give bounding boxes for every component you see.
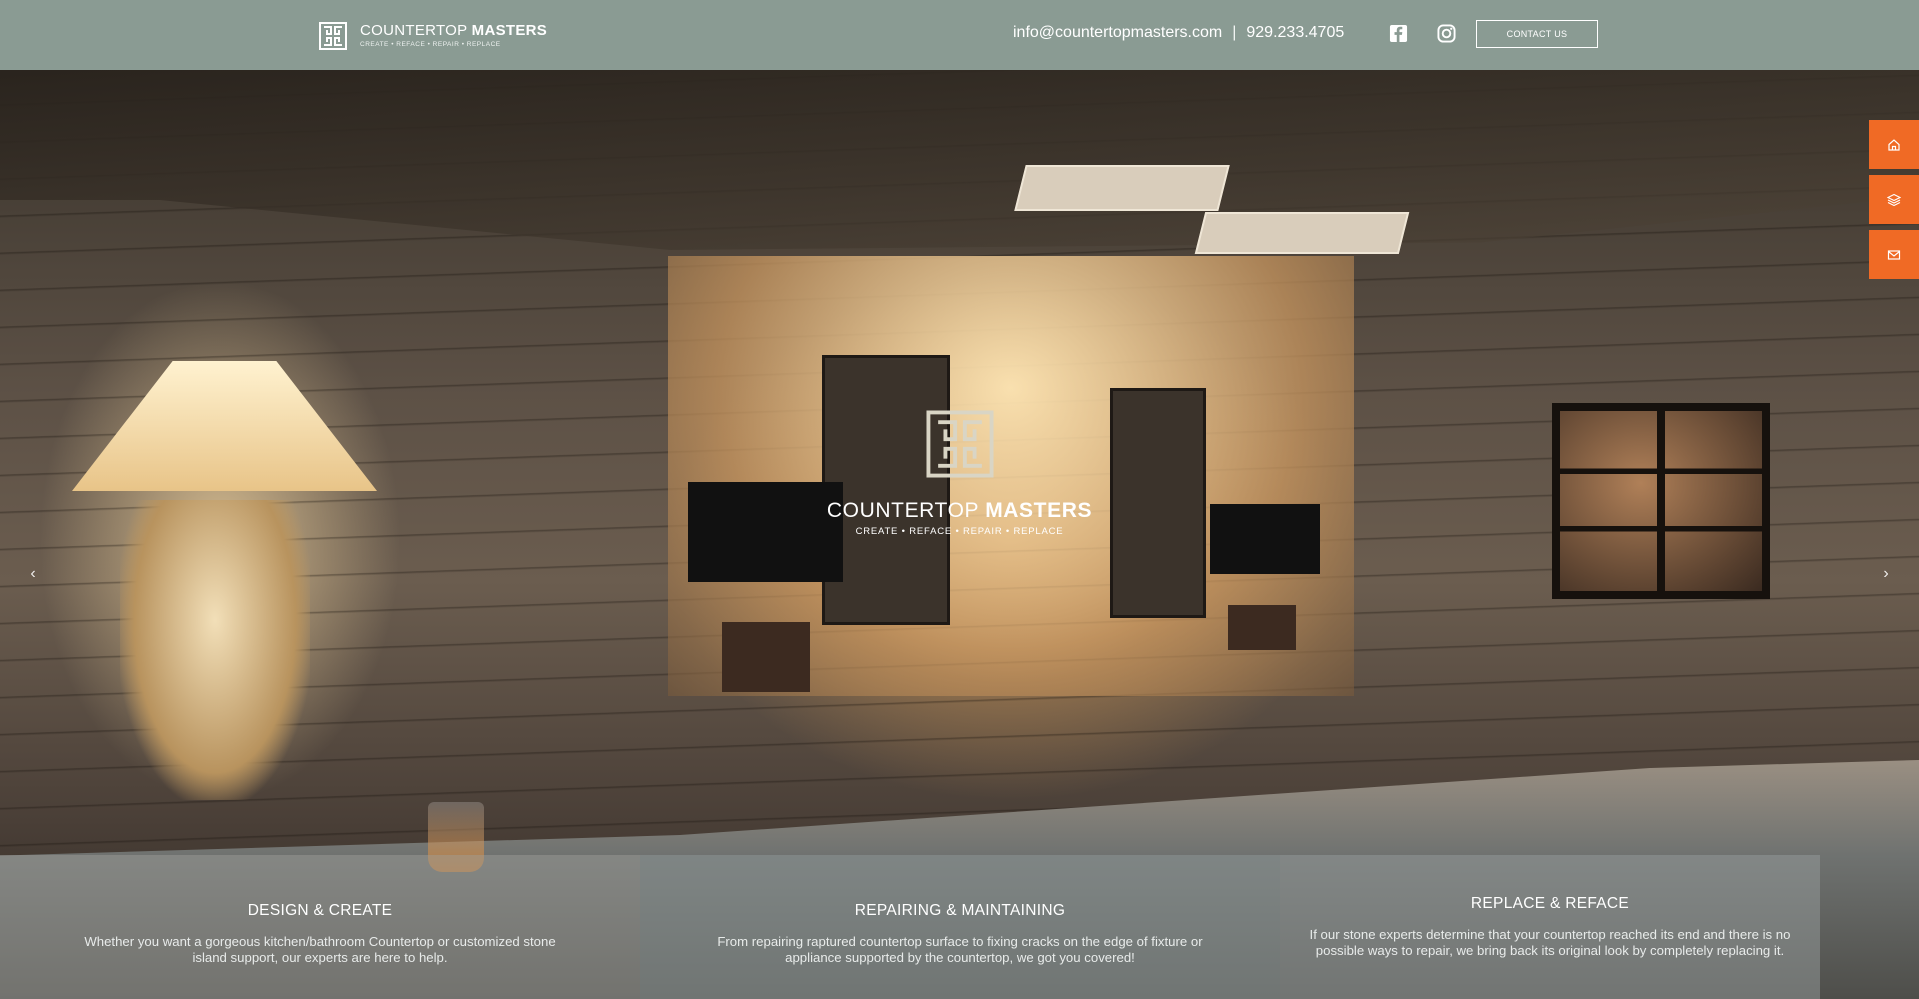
contact-separator: | bbox=[1232, 24, 1237, 41]
feature-title: DESIGN & CREATE bbox=[247, 902, 393, 919]
feature-text: If our stone experts determine that your… bbox=[1309, 927, 1791, 958]
feature-title: REPLACE & REFACE bbox=[1470, 895, 1630, 912]
side-dock bbox=[1869, 120, 1919, 285]
logo-name: COUNTERTOP MASTERS bbox=[360, 22, 548, 40]
logo-tagline: CREATE • REFACE • REPAIR • REPLACE bbox=[360, 41, 501, 49]
contact-us-button[interactable]: CONTACT US bbox=[1476, 20, 1598, 48]
dock-home-button[interactable] bbox=[1869, 120, 1919, 169]
feature-design-create: DESIGN & CREATE Whether you want a gorge… bbox=[0, 855, 640, 999]
table-lamp-base bbox=[722, 622, 810, 692]
feature-title: REPAIRING & MAINTAINING bbox=[854, 902, 1066, 919]
layers-icon bbox=[1887, 193, 1901, 206]
feature-text: From repairing raptured countertop surfa… bbox=[717, 934, 1203, 965]
instagram-icon[interactable] bbox=[1437, 24, 1456, 43]
feature-repairing-maintaining: REPAIRING & MAINTAINING From repairing r… bbox=[640, 855, 1280, 999]
hero-brand-tagline: CREATE • REFACE • REPAIR • REPLACE bbox=[855, 526, 1064, 537]
ceiling-panel bbox=[1014, 165, 1230, 211]
slider-prev-arrow[interactable]: ‹ bbox=[23, 564, 43, 584]
contact-info: info@countertopmasters.com | 929.233.470… bbox=[1013, 24, 1344, 42]
email-link[interactable]: info@countertopmasters.com bbox=[1013, 24, 1222, 42]
logo-mark-icon bbox=[319, 22, 347, 50]
feature-replace-reface: REPLACE & REFACE If our stone experts de… bbox=[1280, 855, 1820, 999]
dock-layers-button[interactable] bbox=[1869, 175, 1919, 224]
phone-link[interactable]: 929.233.4705 bbox=[1246, 24, 1344, 42]
hero-brand: COUNTERTOP MASTERS CREATE • REFACE • REP… bbox=[0, 410, 1919, 537]
facebook-icon[interactable] bbox=[1389, 24, 1408, 43]
header-logo[interactable]: COUNTERTOP MASTERS CREATE • REFACE • REP… bbox=[319, 22, 547, 50]
slider-next-arrow[interactable]: › bbox=[1876, 564, 1896, 584]
table-lamp-base bbox=[1228, 605, 1296, 650]
dock-mail-button[interactable] bbox=[1869, 230, 1919, 279]
ceiling-panel bbox=[1194, 212, 1410, 254]
site-header: COUNTERTOP MASTERS CREATE • REFACE • REP… bbox=[0, 0, 1919, 70]
feature-text: Whether you want a gorgeous kitchen/bath… bbox=[84, 934, 556, 965]
hero-brand-name: COUNTERTOP MASTERS bbox=[826, 499, 1093, 522]
home-icon bbox=[1888, 138, 1900, 151]
logo-mark-icon bbox=[925, 410, 994, 478]
mail-icon bbox=[1887, 249, 1901, 260]
driftwood-lamp-base bbox=[120, 500, 310, 800]
